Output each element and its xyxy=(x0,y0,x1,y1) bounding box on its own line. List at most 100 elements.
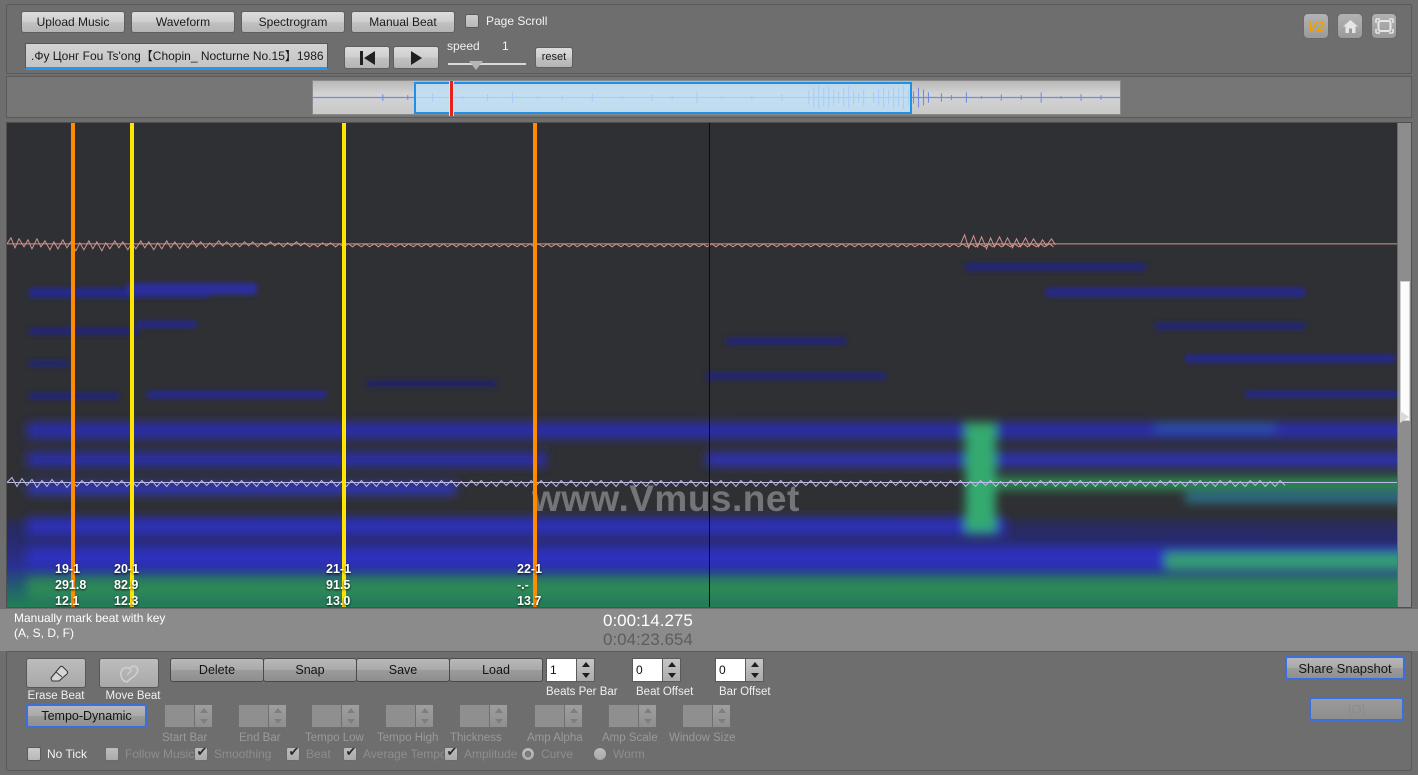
beats-per-bar-arrows[interactable] xyxy=(576,658,595,682)
tempo-dynamic-button[interactable]: Tempo-Dynamic xyxy=(26,704,147,728)
spin-up[interactable] xyxy=(663,659,680,670)
page-scroll-option[interactable]: Page Scroll xyxy=(465,14,547,28)
snap-button[interactable]: Snap xyxy=(263,658,357,682)
option-smoothing: Smoothing xyxy=(194,747,271,761)
beat-line-21[interactable] xyxy=(342,123,346,607)
bar-offset-spinner[interactable]: 0 xyxy=(715,658,764,682)
spectrogram-view[interactable]: www.Vmus.net 19-1 291.8 12.1 20-1 82.9 1… xyxy=(6,122,1412,608)
beat-offset-spinner[interactable]: 0 xyxy=(632,658,681,682)
camera-capture-button: [O] xyxy=(1309,697,1404,721)
beat-offset-label: Beat Offset xyxy=(636,686,693,698)
thickness-arrows xyxy=(489,704,508,728)
scrollbar-thumb[interactable] xyxy=(1400,281,1410,421)
play-button[interactable] xyxy=(393,46,439,69)
music-title-input[interactable]: .Фу Цонг Fou Ts'ong【Chopin_ Nocturne No.… xyxy=(25,43,328,70)
load-button[interactable]: Load xyxy=(449,658,543,682)
tempo-low-arrows xyxy=(341,704,360,728)
start-bar-arrows xyxy=(194,704,213,728)
beat-offset-arrows[interactable] xyxy=(662,658,681,682)
option-no-tick[interactable]: No Tick xyxy=(27,747,87,761)
option-average-tempo: Average Tempo xyxy=(343,747,447,761)
window-size-label: Window Size xyxy=(669,732,735,744)
scrollbar-arrow-icon[interactable] xyxy=(1400,411,1409,423)
tab-label: Upload Music xyxy=(37,16,110,28)
end-bar-label: End Bar xyxy=(239,732,281,744)
spin-up[interactable] xyxy=(577,659,594,670)
tempo-high-label: Tempo High xyxy=(377,732,438,744)
overview-selection-region[interactable] xyxy=(414,82,912,114)
tab-upload-music[interactable]: Upload Music xyxy=(21,11,125,33)
overview-waveform-area[interactable] xyxy=(312,80,1121,115)
no-tick-label: No Tick xyxy=(47,747,87,761)
move-beat-label: Move Beat xyxy=(99,690,167,702)
home-button[interactable] xyxy=(1337,13,1363,39)
no-tick-checkbox[interactable] xyxy=(27,747,41,761)
spin-down[interactable] xyxy=(577,670,594,681)
camera-icon: [O] xyxy=(1348,702,1365,717)
window-size-spinner xyxy=(682,704,731,728)
curve-radio xyxy=(521,747,535,761)
spin-up xyxy=(565,705,582,716)
bar-line-22[interactable] xyxy=(533,123,537,607)
tab-manual-beat[interactable]: Manual Beat xyxy=(351,11,455,33)
speed-reset-button[interactable]: reset xyxy=(535,47,573,68)
save-button[interactable]: Save xyxy=(356,658,450,682)
average-tempo-label: Average Tempo xyxy=(363,747,447,761)
bar-offset-arrows[interactable] xyxy=(745,658,764,682)
status-bar: Manually mark beat with key (A, S, D, F)… xyxy=(0,609,1418,651)
window-size-arrows xyxy=(712,704,731,728)
tempo-low-spinner xyxy=(311,704,360,728)
option-curve: Curve xyxy=(521,747,573,761)
beats-per-bar-spinner[interactable]: 1 xyxy=(546,658,595,682)
editor-panel: Erase Beat Move Beat Delete Snap Save Lo… xyxy=(6,651,1412,771)
spin-down[interactable] xyxy=(746,670,763,681)
thickness-spinner xyxy=(459,704,508,728)
smoothing-checkbox xyxy=(194,747,208,761)
delete-button[interactable]: Delete xyxy=(170,658,264,682)
vertical-scrollbar[interactable] xyxy=(1397,123,1411,608)
rewind-to-start-button[interactable] xyxy=(344,46,390,69)
spin-up[interactable] xyxy=(746,659,763,670)
beat-offset-value[interactable]: 0 xyxy=(632,658,662,682)
spin-up xyxy=(416,705,433,716)
share-snapshot-button[interactable]: Share Snapshot xyxy=(1285,656,1405,680)
spin-up xyxy=(490,705,507,716)
time-display: 0:00:14.275 0:04:23.654 xyxy=(603,611,693,649)
total-time: 0:04:23.654 xyxy=(603,630,693,649)
speed-value: 1 xyxy=(502,39,509,53)
overview-playhead[interactable] xyxy=(449,81,454,116)
page-scroll-checkbox[interactable] xyxy=(465,14,479,28)
beat-checkbox xyxy=(286,747,300,761)
start-bar-spinner xyxy=(164,704,213,728)
beat-label: Beat xyxy=(306,747,331,761)
tempo-low-value xyxy=(311,704,341,728)
tab-waveform[interactable]: Waveform xyxy=(131,11,235,33)
spin-down xyxy=(416,716,433,727)
follow-music-label: Follow Music xyxy=(125,747,194,761)
smoothing-label: Smoothing xyxy=(214,747,271,761)
spin-down[interactable] xyxy=(663,670,680,681)
fullscreen-button[interactable] xyxy=(1371,13,1397,39)
fullscreen-icon xyxy=(1375,18,1394,34)
erase-beat-button[interactable] xyxy=(26,658,86,688)
tempo-high-arrows xyxy=(415,704,434,728)
move-beat-button[interactable] xyxy=(99,658,159,688)
bar-offset-value[interactable]: 0 xyxy=(715,658,745,682)
worm-radio xyxy=(593,747,607,761)
beats-per-bar-value[interactable]: 1 xyxy=(546,658,576,682)
follow-music-checkbox xyxy=(105,747,119,761)
bar-line-19[interactable] xyxy=(71,123,75,607)
amp-scale-spinner xyxy=(608,704,657,728)
option-beat: Beat xyxy=(286,747,331,761)
tab-spectrogram[interactable]: Spectrogram xyxy=(241,11,345,33)
tab-label: Spectrogram xyxy=(259,16,328,28)
beat-line-20[interactable] xyxy=(130,123,134,607)
average-tempo-checkbox xyxy=(343,747,357,761)
playhead-cursor[interactable] xyxy=(709,123,710,607)
speed-slider-thumb[interactable] xyxy=(469,61,483,70)
keyboard-hint: Manually mark beat with key (A, S, D, F) xyxy=(14,611,165,641)
speed-slider-track[interactable] xyxy=(448,63,526,65)
overview-strip xyxy=(6,76,1412,118)
v2-version-button[interactable]: V2 xyxy=(1303,13,1329,39)
snap-label: Snap xyxy=(295,664,324,677)
